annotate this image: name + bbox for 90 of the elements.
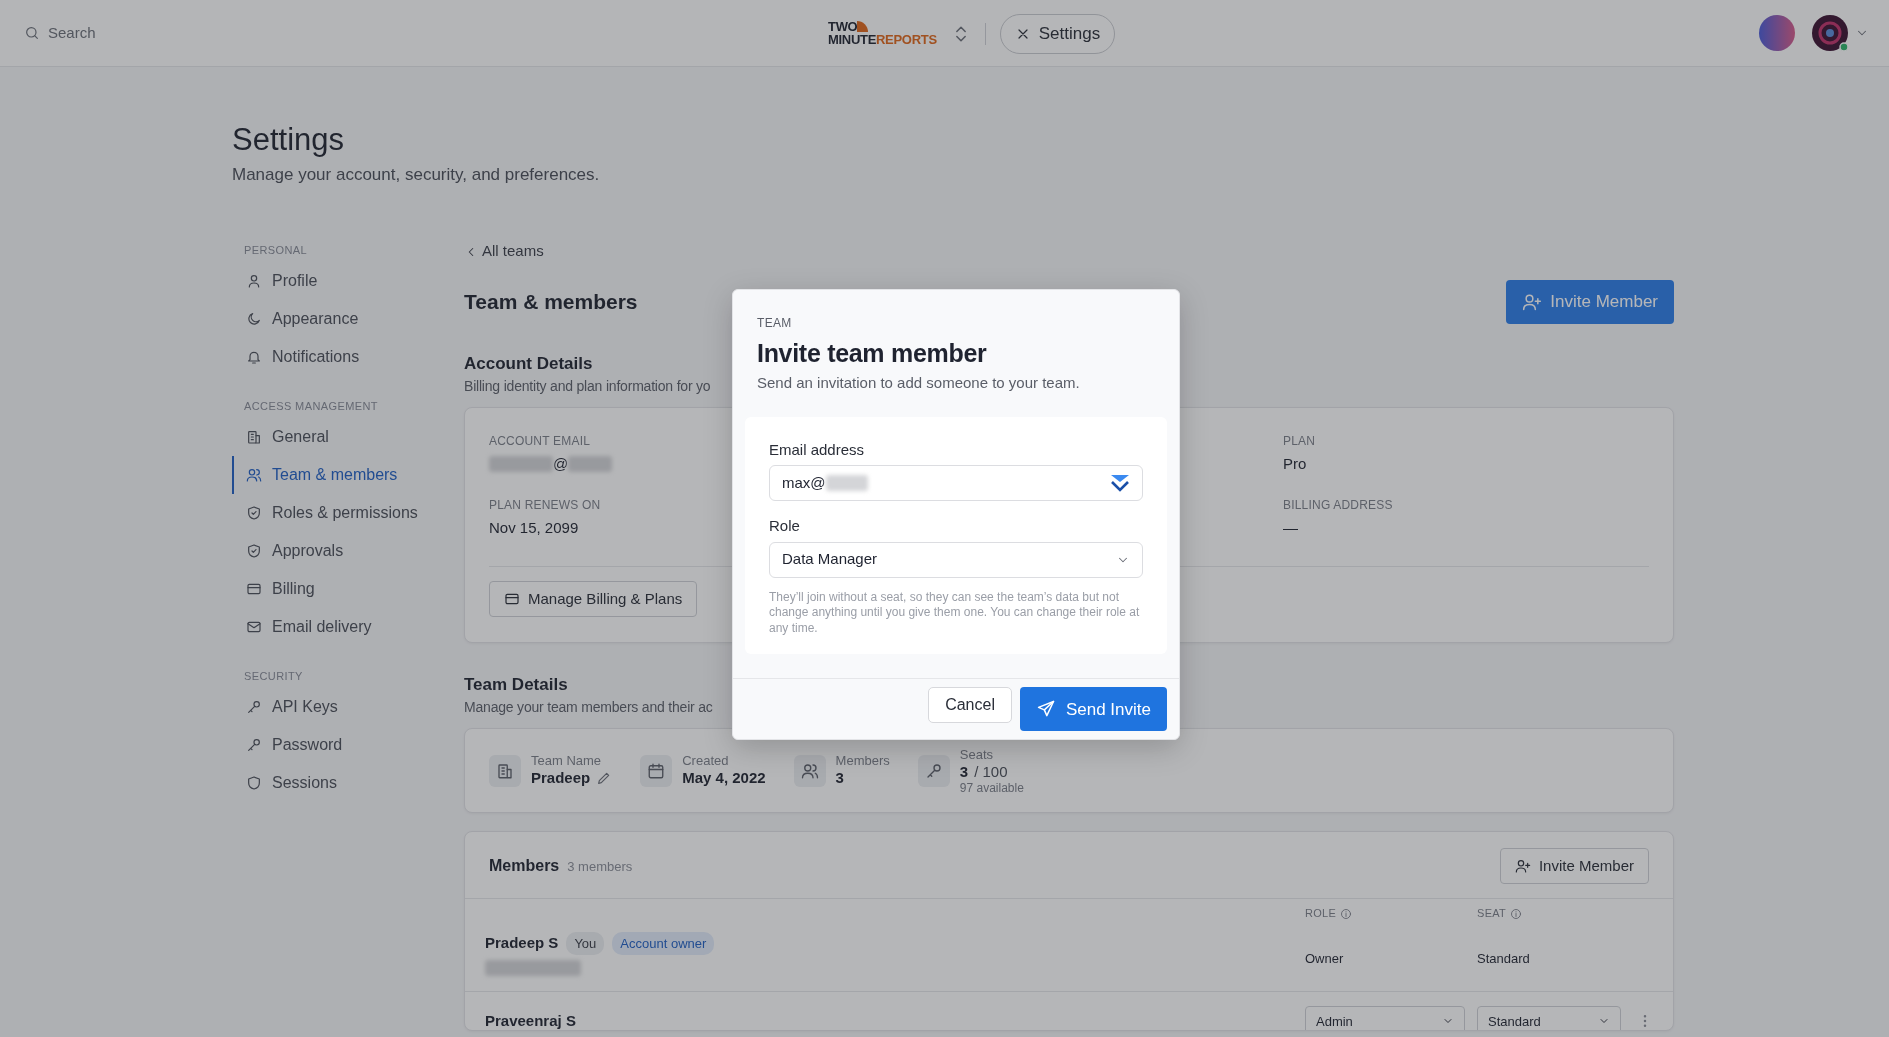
stat-value: May 4, 2022 [682,768,766,788]
field-value: @ [553,453,569,474]
stat-label: Seats [959,748,995,763]
double-chevron-icon[interactable] [1110,474,1130,492]
stat-label: Team Name [531,754,603,769]
section-subtitle: Manage your team members and their ac [464,698,713,718]
shield-icon [246,774,262,791]
stat-value: 3 [959,762,969,782]
sidebar-item[interactable]: Billing [232,569,464,608]
field-label: ACCOUNT EMAIL [489,433,591,451]
section-subtitle: Billing identity and plan information for yo [464,377,711,397]
field-value: Pro [1283,453,1307,474]
field-value: Nov 15, 2099 [489,517,579,538]
invite-member-button[interactable]: Invite Member [1506,279,1674,324]
field-label: PLAN RENEWS ON [489,497,601,515]
dialog-title: Invite team member [757,338,988,368]
search-icon [24,25,40,41]
sidebar-item[interactable]: Roles & permissions [232,493,464,532]
person-icon [246,272,262,289]
key-icon [246,698,262,715]
role-select[interactable]: Data Manager [769,541,1143,578]
blurred-text [489,456,553,473]
blurred-text [825,475,868,491]
field-value: — [1283,517,1298,538]
search-placeholder[interactable]: Search [48,21,96,45]
section-title: Team & members [464,289,638,315]
section-heading: Account Details [464,353,593,375]
column-header: ROLE [1305,906,1337,922]
shield-check-icon [246,542,262,559]
info-icon [1340,907,1353,920]
people-icon [800,761,819,780]
blurred-text [568,456,613,473]
member-tag: Account owner [612,931,715,956]
building-icon [496,761,514,780]
field-label: PLAN [1283,433,1316,451]
stat-total: / 100 [974,762,1008,782]
member-name: Praveenraj S [485,1011,576,1031]
stat-label: Members [835,754,890,769]
people-icon [246,466,262,483]
card-title: Members [489,856,560,877]
logo[interactable]: TWO MINUTEREPORTS [828,21,937,47]
back-link[interactable]: All teams [464,240,544,263]
member-seat: Standard [1477,950,1530,966]
info-icon [1510,907,1523,920]
manage-billing-button[interactable]: Manage Billing & Plans [489,581,698,618]
cancel-button[interactable]: Cancel [928,687,1012,724]
key-icon [246,736,262,753]
sidebar-heading: SECURITY [243,668,304,682]
sidebar-item[interactable]: Appearance [232,299,464,338]
field-label: Role [769,516,801,536]
page-subtitle: Manage your account, security, and preferences. [232,164,601,187]
dialog-subtitle: Send an invitation to add someone to your team. [757,373,1081,393]
section-heading: Team Details [464,675,568,696]
stat-label: Created [682,754,730,769]
member-tag: You [566,931,605,956]
dialog-eyebrow: TEAM [757,315,793,332]
sidebar-item[interactable]: Notifications [232,337,464,376]
field-label: BILLING ADDRESS [1283,497,1393,515]
sidebar-item[interactable]: API Keys [232,687,464,726]
column-header: SEAT [1477,906,1507,922]
sidebar-heading: PERSONAL [243,242,309,256]
sidebar-item[interactable]: Email delivery [232,607,464,646]
help-text: They’ll join without a seat, so they can see the team’s data but not change anything until you give them one. You can change their role at any time. [769,589,1141,637]
member-count: 3 members [567,858,633,877]
send-invite-button[interactable]: Send Invite [1019,687,1167,732]
invite-member-button[interactable]: Invite Member [1499,848,1649,885]
member-name: Pradeep S [485,933,559,954]
stat-value: 3 [835,768,844,788]
member-role: Owner [1305,950,1344,966]
moon-icon [246,310,262,327]
avatar-icon[interactable] [1811,14,1849,52]
calendar-icon [647,761,666,780]
sidebar-item[interactable]: Approvals [232,531,464,570]
shield-check-icon [246,504,262,521]
sidebar-item[interactable]: Profile [232,261,464,300]
avatar-icon[interactable] [1759,15,1795,51]
sidebar-item[interactable]: Sessions [232,763,464,802]
page-title: Settings [232,121,345,159]
role-select[interactable]: Admin [1305,1006,1465,1031]
settings-tab[interactable]: Settings [999,14,1116,54]
stat-note: 97 available [959,781,1024,794]
sidebar-heading: ACCESS MANAGEMENT [243,398,379,412]
email-field[interactable]: max@ [769,465,1143,501]
building-icon [246,428,262,445]
seat-select[interactable]: Standard [1477,1006,1621,1031]
sidebar-item[interactable]: Password [232,725,464,764]
sidebar-item[interactable]: General [232,417,464,456]
user-plus-icon [1514,858,1531,875]
field-label: Email address [769,439,866,460]
stat-value: Pradeep [531,768,591,788]
